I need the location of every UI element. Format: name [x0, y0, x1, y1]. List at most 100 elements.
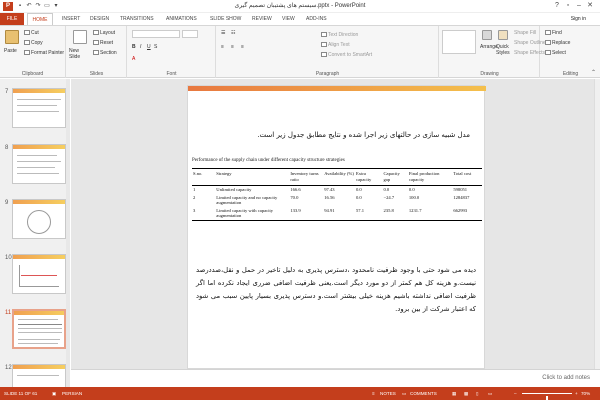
slide-sorter-icon[interactable]: ▩: [464, 387, 468, 400]
table-cell: 1: [193, 187, 196, 192]
new-slide-button[interactable]: New Slide: [69, 48, 91, 60]
paste-button[interactable]: Paste: [4, 48, 17, 55]
tab-view[interactable]: VIEW: [282, 13, 295, 25]
bold-icon[interactable]: B: [132, 44, 136, 51]
zoom-out-icon[interactable]: –: [514, 387, 517, 400]
table-cell: Limited capacity with capacity augmentat…: [215, 206, 290, 221]
tab-insert[interactable]: INSERT: [62, 13, 80, 25]
close-icon[interactable]: ✕: [585, 1, 595, 11]
paragraph-group: ☰ ☷ ≡ ≡ ≡ Text Direction Align Text Conv…: [217, 26, 439, 78]
slide-thumbnail-9[interactable]: [12, 199, 66, 239]
language-indicator[interactable]: PERSIAN: [62, 387, 82, 400]
tab-review[interactable]: REVIEW: [252, 13, 272, 25]
notes-icon[interactable]: ≡: [372, 387, 375, 400]
collapse-ribbon-icon[interactable]: ⌃: [591, 69, 596, 76]
col-header: Strategy: [215, 168, 290, 186]
cut-button[interactable]: Cut: [24, 30, 39, 37]
convert-smartart-button[interactable]: Convert to SmartArt: [321, 52, 372, 59]
reset-button[interactable]: Reset: [93, 40, 113, 47]
slide-heading[interactable]: مدل شبیه سازی در حالتهای زیر اجرا شده و …: [257, 131, 470, 139]
clipboard-label: Clipboard: [21, 71, 44, 77]
tab-add-ins[interactable]: ADD-INS: [306, 13, 327, 25]
spellcheck-icon[interactable]: ▣: [52, 387, 56, 400]
notes-placeholder[interactable]: Click to add notes: [542, 375, 590, 381]
slides-group: New Slide Layout Reset Section Slides: [67, 26, 127, 78]
minimize-icon[interactable]: –: [574, 1, 584, 11]
shapes-gallery[interactable]: [442, 30, 476, 54]
find-icon: [545, 30, 551, 36]
slide-thumbnail-7[interactable]: [12, 88, 66, 128]
reading-view-icon[interactable]: ▯: [476, 387, 479, 400]
underline-icon[interactable]: U: [147, 44, 151, 51]
slide-thumbnails-pane[interactable]: 7 8 9 10 11 12: [0, 79, 70, 387]
find-label: Find: [552, 30, 562, 36]
arrange-icon[interactable]: [482, 30, 492, 40]
tab-home[interactable]: HOME: [27, 13, 53, 25]
align-center-icon[interactable]: ≡: [231, 44, 234, 51]
notes-toggle[interactable]: NOTES: [380, 387, 396, 400]
ribbon-tabs: FILE HOME INSERT DESIGN TRANSITIONS ANIM…: [0, 13, 600, 25]
table-cell: 94.91: [323, 206, 355, 221]
thumbnails-scrollbar[interactable]: [66, 79, 70, 387]
zoom-level[interactable]: 70%: [581, 387, 590, 400]
table-cell: 3: [192, 206, 216, 221]
replace-button[interactable]: Replace: [545, 40, 570, 47]
slide-header-band: [188, 86, 486, 91]
comments-toggle[interactable]: COMMENTS: [410, 387, 437, 400]
text-direction-icon: [321, 32, 327, 38]
section-icon: [93, 50, 99, 56]
editor-scrollbar[interactable]: [594, 79, 600, 369]
drawing-label: Drawing: [480, 71, 499, 77]
ribbon-options-icon[interactable]: ▫: [563, 1, 573, 11]
font-name-dropdown[interactable]: [132, 30, 180, 38]
shadow-icon[interactable]: S: [154, 44, 157, 51]
zoom-slider[interactable]: [522, 393, 572, 403]
comments-icon[interactable]: ▭: [402, 387, 406, 400]
tab-design[interactable]: DESIGN: [90, 13, 109, 25]
drawing-group: Arrange Quick Styles Shape Fill Shape Ou…: [440, 26, 546, 78]
slide-thumbnail-8[interactable]: [12, 144, 66, 184]
layout-button[interactable]: Layout: [93, 30, 115, 37]
align-left-icon[interactable]: ≡: [221, 44, 224, 51]
paste-icon[interactable]: [5, 30, 19, 44]
slide-thumbnail-12[interactable]: [12, 364, 66, 387]
tab-animations[interactable]: ANIMATIONS: [166, 13, 197, 25]
slides-label: Slides: [89, 71, 104, 77]
zoom-in-icon[interactable]: +: [575, 387, 578, 400]
tab-transitions[interactable]: TRANSITIONS: [120, 13, 154, 25]
copy-button[interactable]: Copy: [24, 40, 43, 47]
quick-styles-button[interactable]: Quick Styles: [496, 44, 512, 56]
align-right-icon[interactable]: ≡: [241, 44, 244, 51]
text-direction-button[interactable]: Text Direction: [321, 32, 358, 39]
help-icon[interactable]: ?: [552, 1, 562, 11]
cut-label: Cut: [31, 30, 39, 36]
new-slide-icon[interactable]: [73, 30, 87, 44]
slide-canvas[interactable]: مدل شبیه سازی در حالتهای زیر اجرا شده و …: [187, 85, 486, 369]
font-color-icon[interactable]: A: [132, 56, 135, 63]
align-text-button[interactable]: Align Text: [321, 42, 350, 49]
table-caption: Performance of the supply chain under di…: [192, 158, 345, 163]
select-button[interactable]: Select: [545, 50, 566, 57]
slide-thumbnail-11[interactable]: [12, 309, 66, 349]
quick-styles-icon[interactable]: [498, 30, 508, 40]
slideshow-icon[interactable]: ▭: [488, 387, 492, 400]
slide-thumbnail-10[interactable]: [12, 254, 66, 294]
sign-in-link[interactable]: Sign in: [571, 13, 586, 25]
layout-label: Layout: [100, 30, 116, 36]
replace-icon: [545, 40, 551, 46]
numbering-icon[interactable]: ☷: [231, 30, 235, 37]
italic-icon[interactable]: I: [140, 44, 141, 51]
slide-paragraph[interactable]: دیده می شود حتی با وجود ظرفیت نامحدود ،د…: [196, 264, 476, 316]
tab-file[interactable]: FILE: [0, 13, 24, 25]
normal-view-icon[interactable]: ▦: [452, 387, 456, 400]
format-painter-button[interactable]: Format Painter: [24, 50, 64, 57]
results-table[interactable]: S.no. Strategy Inventory turns ratio Ava…: [192, 168, 482, 221]
shape-fill-button[interactable]: Shape Fill: [514, 30, 536, 37]
section-button[interactable]: Section: [93, 50, 117, 57]
font-size-dropdown[interactable]: [182, 30, 198, 38]
bullets-icon[interactable]: ☰: [221, 30, 225, 37]
col-header: Total cost: [452, 168, 482, 186]
find-button[interactable]: Find: [545, 30, 562, 37]
tab-slide-show[interactable]: SLIDE SHOW: [210, 13, 241, 25]
notes-pane[interactable]: Click to add notes: [71, 369, 600, 387]
